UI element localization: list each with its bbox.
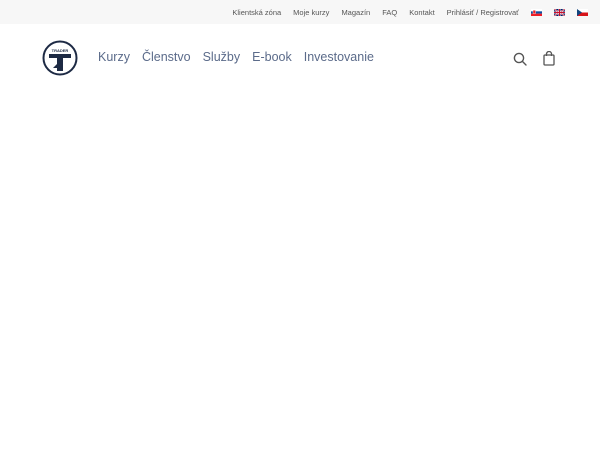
sk-flag-icon[interactable] [531, 8, 542, 16]
link-contact[interactable]: Kontakt [409, 8, 434, 17]
gb-flag-icon[interactable] [554, 8, 565, 16]
link-login-register[interactable]: Prihlásiť / Registrovať [447, 8, 519, 17]
shopping-bag-icon[interactable] [543, 50, 555, 66]
top-utility-bar: Klientská zóna Moje kurzy Magazín FAQ Ko… [0, 0, 600, 24]
cz-flag-icon[interactable] [577, 8, 588, 16]
top-links: Klientská zóna Moje kurzy Magazín FAQ Ko… [232, 0, 600, 24]
nav-item-ebook[interactable]: E-book [252, 50, 292, 64]
trader-logo[interactable]: TRADER [42, 40, 78, 76]
nav-item-clenstvo[interactable]: Členstvo [142, 50, 191, 64]
main-nav: Kurzy Členstvo Služby E-book Investovani… [98, 50, 386, 64]
nav-item-kurzy[interactable]: Kurzy [98, 50, 130, 64]
link-faq[interactable]: FAQ [382, 8, 397, 17]
logo-text: TRADER [52, 48, 69, 53]
search-icon[interactable] [513, 52, 527, 66]
nav-item-investovanie[interactable]: Investovanie [304, 50, 374, 64]
link-magazine[interactable]: Magazín [341, 8, 370, 17]
link-client-zone[interactable]: Klientská zóna [232, 8, 281, 17]
main-header: TRADER Kurzy Členstvo Služby E-book Inve… [0, 24, 600, 94]
link-my-courses[interactable]: Moje kurzy [293, 8, 329, 17]
nav-item-sluzby[interactable]: Služby [203, 50, 241, 64]
